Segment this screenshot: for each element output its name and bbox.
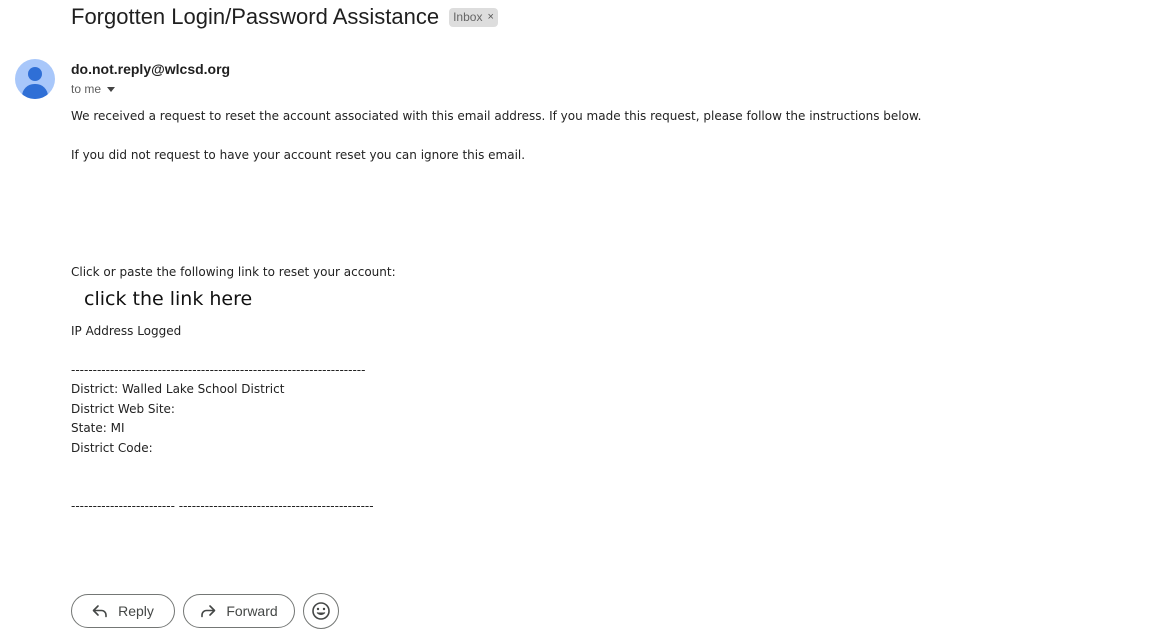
reply-label: Reply bbox=[118, 603, 154, 619]
remove-label-icon[interactable]: × bbox=[487, 9, 493, 26]
link-intro: Click or paste the following link to res… bbox=[71, 265, 396, 279]
recipient-details-toggle[interactable]: to me bbox=[71, 82, 116, 96]
subject-row: Forgotten Login/Password Assistance Inbo… bbox=[71, 2, 498, 32]
reset-link[interactable]: click the link here bbox=[84, 288, 252, 310]
divider-bottom: ------------------------ ---------------… bbox=[71, 499, 374, 513]
body-paragraph-1: We received a request to reset the accou… bbox=[71, 109, 922, 123]
district-code: District Code: bbox=[71, 441, 153, 455]
recipient-text: to me bbox=[71, 82, 102, 96]
divider-top: ----------------------------------------… bbox=[71, 363, 366, 377]
district-name: District: Walled Lake School District bbox=[71, 382, 285, 396]
emoji-smiley-icon bbox=[311, 601, 331, 621]
inbox-label-text: Inbox bbox=[453, 9, 483, 24]
emoji-reaction-button[interactable] bbox=[303, 593, 339, 629]
forward-label: Forward bbox=[226, 603, 278, 619]
ip-address-line: IP Address Logged bbox=[71, 324, 182, 338]
chevron-down-icon bbox=[107, 87, 116, 92]
district-state: State: MI bbox=[71, 421, 125, 435]
sender-address: do.not.reply@wlcsd.org bbox=[71, 61, 231, 77]
email-view: Forgotten Login/Password Assistance Inbo… bbox=[0, 0, 1167, 639]
district-website: District Web Site: bbox=[71, 402, 175, 416]
person-avatar-icon bbox=[15, 59, 55, 99]
inbox-label-chip[interactable]: Inbox × bbox=[449, 7, 498, 27]
body-paragraph-2: If you did not request to have your acco… bbox=[71, 148, 526, 162]
email-subject: Forgotten Login/Password Assistance bbox=[71, 4, 440, 29]
reply-arrow-icon bbox=[92, 604, 108, 618]
forward-button[interactable]: Forward bbox=[183, 594, 295, 628]
forward-arrow-icon bbox=[200, 604, 216, 618]
reply-button[interactable]: Reply bbox=[71, 594, 175, 628]
